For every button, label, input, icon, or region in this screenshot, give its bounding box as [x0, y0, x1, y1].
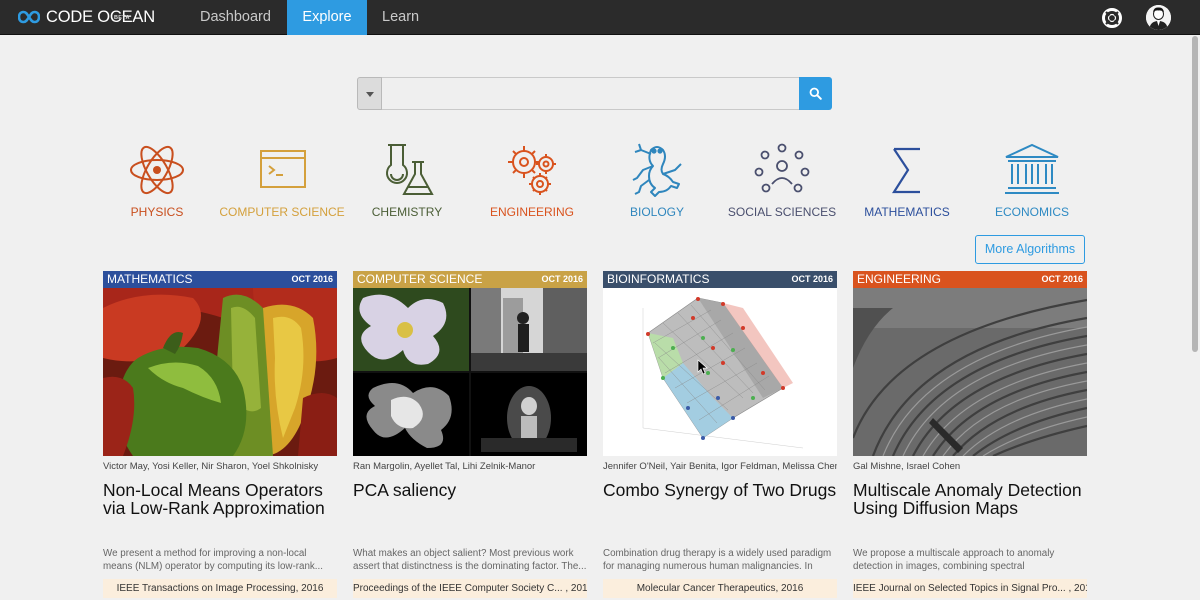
sonar-seabed-image — [853, 288, 1087, 456]
algorithm-card[interactable]: MATHEMATICS OCT 2016 Victor May, Yosi Ke… — [103, 271, 337, 600]
algorithm-card[interactable]: ENGINEERING OCT 2016 Gal Mishne, Israel … — [853, 271, 1087, 600]
card-authors: Jennifer O'Neil, Yair Benita, Igor Feldm… — [603, 461, 837, 472]
category-label: PHYSICS — [130, 205, 184, 219]
category-engineering[interactable]: ENGINEERING — [462, 140, 602, 220]
category-social-sciences[interactable]: SOCIAL SCIENCES — [712, 140, 852, 220]
algorithm-card[interactable]: BIOINFORMATICS OCT 2016 Jennifer O'Neil,… — [603, 271, 837, 600]
search-bar — [357, 77, 832, 110]
card-header: BIOINFORMATICS OCT 2016 — [603, 271, 837, 288]
card-date: OCT 2016 — [291, 274, 333, 284]
user-portrait-icon — [1146, 5, 1171, 30]
3d-surface-plot-image — [603, 288, 837, 456]
terminal-window-icon — [260, 150, 306, 188]
algorithm-card[interactable]: COMPUTER SCIENCE OCT 2016 Ran Margolin, … — [353, 271, 587, 600]
flask-icon — [386, 144, 434, 195]
card-thumbnail[interactable] — [103, 288, 337, 456]
category-computer-science[interactable]: COMPUTER SCIENCE — [212, 140, 352, 220]
card-thumbnail[interactable] — [353, 288, 587, 456]
category-label: SOCIAL SCIENCES — [727, 205, 837, 219]
card-publication: Molecular Cancer Therapeutics, 2016 — [603, 579, 837, 598]
card-abstract: We present a method for improving a non-… — [103, 548, 323, 572]
search-button[interactable] — [799, 77, 832, 110]
category-chemistry[interactable]: CHEMISTRY — [337, 140, 477, 220]
category-label: MATHEMATICS — [864, 205, 950, 219]
category-economics[interactable]: ECONOMICS — [962, 140, 1102, 220]
frog-icon — [632, 143, 682, 197]
people-network-icon — [754, 143, 810, 193]
category-label: ENGINEERING — [489, 205, 574, 219]
card-publication: IEEE Journal on Selected Topics in Signa… — [853, 579, 1087, 598]
card-title[interactable]: Combo Synergy of Two Drugs — [603, 481, 837, 529]
brand-name: CODE OCEAN — [46, 8, 155, 26]
card-abstract: We propose a multiscale approach to anom… — [853, 548, 1055, 572]
card-thumbnail[interactable] — [603, 288, 837, 456]
card-date: OCT 2016 — [1041, 274, 1083, 284]
card-header: ENGINEERING OCT 2016 — [853, 271, 1087, 288]
card-authors: Victor May, Yosi Keller, Nir Sharon, Yoe… — [103, 461, 319, 472]
peppers-image — [103, 288, 337, 456]
category-label: COMPUTER SCIENCE — [219, 205, 345, 219]
card-header: MATHEMATICS OCT 2016 — [103, 271, 337, 288]
card-title[interactable]: PCA saliency — [353, 481, 587, 529]
card-publication: Proceedings of the IEEE Computer Society… — [353, 579, 587, 598]
scrollbar-thumb[interactable] — [1192, 36, 1198, 352]
card-category: MATHEMATICS — [107, 272, 193, 286]
card-abstract: What makes an object salient? Most previ… — [353, 548, 587, 572]
lifebuoy-help-icon[interactable] — [1102, 8, 1122, 28]
nav-dashboard[interactable]: Dashboard — [200, 0, 271, 35]
card-header: COMPUTER SCIENCE OCT 2016 — [353, 271, 587, 288]
nav-learn[interactable]: Learn — [382, 0, 419, 35]
category-biology[interactable]: BIOLOGY — [587, 140, 727, 220]
category-mathematics[interactable]: MATHEMATICS — [837, 140, 977, 220]
card-title[interactable]: Multiscale Anomaly Detection Using Diffu… — [853, 481, 1087, 529]
category-label: ECONOMICS — [994, 205, 1069, 219]
search-filter-dropdown[interactable] — [357, 77, 382, 110]
infinity-logo-icon — [18, 10, 40, 24]
bank-building-icon — [1005, 143, 1059, 194]
saliency-images — [353, 288, 587, 456]
card-authors: Gal Mishne, Israel Cohen — [853, 461, 961, 472]
more-algorithms-button[interactable]: More Algorithms — [975, 235, 1085, 264]
card-date: OCT 2016 — [791, 274, 833, 284]
gears-icon — [508, 146, 556, 195]
page-scrollbar[interactable] — [1190, 36, 1200, 600]
category-label: CHEMISTRY — [371, 205, 443, 219]
card-thumbnail[interactable] — [853, 288, 1087, 456]
beta-badge: BETA — [114, 15, 130, 21]
sigma-icon — [891, 147, 920, 194]
search-icon — [809, 87, 822, 100]
card-category: ENGINEERING — [857, 272, 942, 286]
card-abstract: Combination drug therapy is a widely use… — [603, 548, 832, 572]
search-input[interactable] — [382, 77, 799, 110]
category-physics[interactable]: PHYSICS — [87, 140, 227, 220]
category-label: BIOLOGY — [629, 205, 685, 219]
card-authors: Ran Margolin, Ayellet Tal, Lihi Zelnik-M… — [353, 461, 536, 472]
card-category: COMPUTER SCIENCE — [357, 272, 483, 286]
user-avatar[interactable] — [1146, 5, 1171, 30]
brand-logo[interactable]: CODE OCEAN — [18, 7, 155, 29]
card-publication: IEEE Transactions on Image Processing, 2… — [103, 579, 337, 598]
nav-explore[interactable]: Explore — [287, 0, 367, 35]
card-title[interactable]: Non-Local Means Operators via Low-Rank A… — [103, 481, 337, 529]
top-nav-bar: CODE OCEAN BETA Dashboard Explore Learn — [0, 0, 1200, 35]
card-category: BIOINFORMATICS — [607, 272, 710, 286]
card-date: OCT 2016 — [541, 274, 583, 284]
atom-icon — [130, 145, 184, 195]
